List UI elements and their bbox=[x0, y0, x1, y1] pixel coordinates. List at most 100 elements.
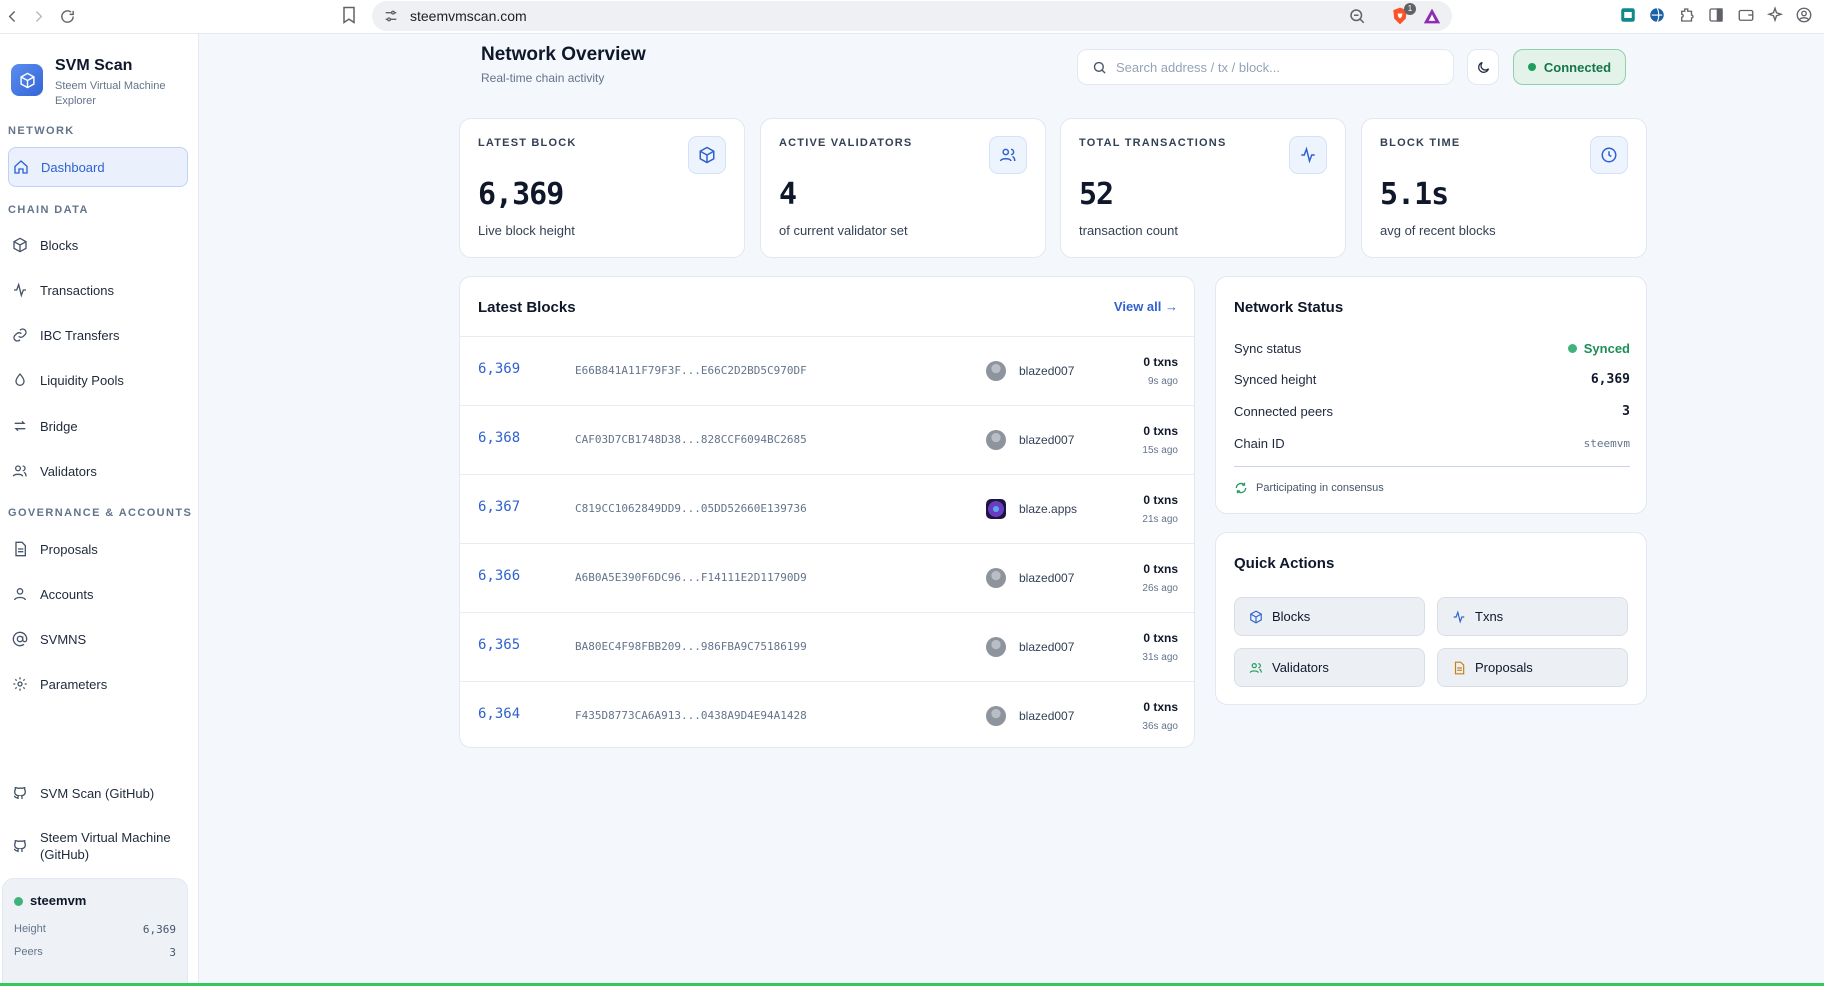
proposer-link[interactable]: blazed007 bbox=[1019, 433, 1074, 447]
block-hash[interactable]: C819CC1062849DD9...05DD52660E139736 bbox=[575, 502, 807, 515]
sidebar-item-parameters[interactable]: Parameters bbox=[8, 664, 188, 704]
sidebar-item-dashboard[interactable]: Dashboard bbox=[8, 147, 188, 187]
table-row[interactable]: 6,366 A6B0A5E390F6DC96...F14111E2D11790D… bbox=[460, 543, 1194, 612]
address-bar[interactable]: steemvmscan.com 1 bbox=[372, 1, 1452, 31]
block-hash[interactable]: BA80EC4F98FBB209...986FBA9C75186199 bbox=[575, 640, 807, 653]
table-row[interactable]: 6,369 E66B841A11F79F3F...E66C2D2BD5C970D… bbox=[460, 336, 1194, 405]
sidebar-item-bridge[interactable]: Bridge bbox=[8, 406, 188, 446]
quick-action-validators-button[interactable]: Validators bbox=[1234, 648, 1425, 687]
block-height-link[interactable]: 6,366 bbox=[478, 568, 520, 584]
app-title: SVM Scan bbox=[55, 57, 133, 74]
reload-icon[interactable] bbox=[55, 4, 79, 28]
sidebar-item-transactions[interactable]: Transactions bbox=[8, 270, 188, 310]
logo-icon bbox=[11, 64, 43, 96]
tx-count: 0 txns bbox=[1143, 493, 1178, 507]
sidebar-item-label: Dashboard bbox=[41, 159, 105, 175]
proposer-link[interactable]: blazed007 bbox=[1019, 640, 1074, 654]
sidebar-item-label: Bridge bbox=[40, 418, 78, 434]
status-dot bbox=[1527, 63, 1536, 71]
stat-caption: transaction count bbox=[1079, 223, 1179, 238]
section-label-governance: GOVERNANCE & ACCOUNTS bbox=[8, 507, 193, 519]
block-height-link[interactable]: 6,368 bbox=[478, 430, 520, 446]
app-subtitle: Steem Virtual Machine Explorer bbox=[55, 80, 166, 107]
block-height-link[interactable]: 6,369 bbox=[478, 361, 520, 377]
gear-icon bbox=[13, 677, 27, 691]
table-row[interactable]: 6,365 BA80EC4F98FBB209...986FBA9C7518619… bbox=[460, 612, 1194, 681]
avatar bbox=[986, 568, 1006, 588]
consensus-status: Participating in consensus bbox=[1234, 481, 1384, 495]
shields-count-badge: 1 bbox=[1404, 3, 1416, 15]
sidebar-item-github-svm[interactable]: Steem Virtual Machine (GitHub) bbox=[8, 823, 188, 869]
search-icon bbox=[1093, 61, 1106, 74]
block-height-link[interactable]: 6,367 bbox=[478, 499, 520, 515]
leo-ai-icon[interactable] bbox=[1766, 6, 1784, 24]
extension-globe-icon[interactable] bbox=[1648, 6, 1666, 24]
quick-action-proposals-button[interactable]: Proposals bbox=[1437, 648, 1628, 687]
chain-id-value: steemvm bbox=[1583, 437, 1630, 450]
sidebar-item-label: Steem Virtual Machine (GitHub) bbox=[40, 830, 171, 862]
block-hash[interactable]: CAF03D7CB1748D38...828CCF6094BC2685 bbox=[575, 433, 807, 446]
stat-caption: of current validator set bbox=[779, 223, 908, 238]
proposer-link[interactable]: blaze.apps bbox=[1019, 502, 1077, 516]
sidebar-item-validators[interactable]: Validators bbox=[8, 451, 188, 491]
brand[interactable]: SVM Scan Steem Virtual Machine Explorer bbox=[11, 56, 196, 114]
peers-value: 3 bbox=[169, 946, 176, 959]
block-hash[interactable]: F435D8773CA6A913...0438A9D4E94A1428 bbox=[575, 709, 807, 722]
view-all-link[interactable]: View all → bbox=[1114, 299, 1178, 314]
sidebar-item-label: Proposals bbox=[40, 541, 98, 557]
divider bbox=[1234, 466, 1630, 467]
latest-blocks-card: Latest Blocks View all → 6,369 E66B841A1… bbox=[459, 276, 1195, 748]
network-status-card: Network Status Sync status Synced Synced… bbox=[1215, 276, 1647, 514]
brave-rewards-icon[interactable] bbox=[1422, 7, 1442, 25]
extension-icon[interactable] bbox=[1619, 6, 1637, 24]
back-icon[interactable] bbox=[0, 4, 24, 28]
sidebar-item-label: Parameters bbox=[40, 676, 108, 692]
status-dot bbox=[14, 897, 23, 906]
row-label: Connected peers bbox=[1234, 404, 1334, 419]
theme-toggle-button[interactable] bbox=[1467, 49, 1499, 85]
block-height-link[interactable]: 6,365 bbox=[478, 637, 520, 653]
proposer-link[interactable]: blazed007 bbox=[1019, 709, 1074, 723]
connection-status-button[interactable]: Connected bbox=[1513, 49, 1626, 85]
tx-count: 0 txns bbox=[1143, 700, 1178, 714]
sidebar-item-github-scan[interactable]: SVM Scan (GitHub) bbox=[8, 773, 188, 813]
block-hash[interactable]: A6B0A5E390F6DC96...F14111E2D11790D9 bbox=[575, 571, 807, 584]
stat-card-active-validators: ACTIVE VALIDATORS 4 of current validator… bbox=[760, 118, 1046, 258]
synced-height-value: 6,369 bbox=[1590, 372, 1630, 387]
avatar bbox=[986, 430, 1006, 450]
profile-icon[interactable] bbox=[1795, 6, 1813, 24]
block-age: 26s ago bbox=[1142, 583, 1178, 594]
height-label: Height bbox=[14, 923, 46, 935]
quick-action-blocks-button[interactable]: Blocks bbox=[1234, 597, 1425, 636]
sidebar-item-svmns[interactable]: SVMNS bbox=[8, 619, 188, 659]
search-input[interactable] bbox=[1116, 50, 1441, 84]
sidebar-item-ibc-transfers[interactable]: IBC Transfers bbox=[8, 315, 188, 355]
cube-icon bbox=[688, 136, 726, 174]
sidebar-toggle-icon[interactable] bbox=[1707, 6, 1725, 24]
stat-label: TOTAL TRANSACTIONS bbox=[1079, 137, 1227, 149]
sidebar-item-blocks[interactable]: Blocks bbox=[8, 225, 188, 265]
table-row[interactable]: 6,364 F435D8773CA6A913...0438A9D4E94A142… bbox=[460, 681, 1194, 747]
extensions-puzzle-icon[interactable] bbox=[1678, 6, 1696, 24]
table-row[interactable]: 6,368 CAF03D7CB1748D38...828CCF6094BC268… bbox=[460, 405, 1194, 474]
bookmark-icon[interactable] bbox=[339, 4, 359, 26]
quick-action-txns-button[interactable]: Txns bbox=[1437, 597, 1628, 636]
site-settings-icon[interactable] bbox=[383, 8, 399, 24]
page-subtitle: Real-time chain activity bbox=[481, 71, 605, 85]
browser-toolbar: steemvmscan.com 1 bbox=[0, 0, 1824, 34]
block-height-link[interactable]: 6,364 bbox=[478, 706, 520, 722]
forward-icon[interactable] bbox=[26, 4, 50, 28]
wallet-icon[interactable] bbox=[1737, 6, 1755, 24]
table-row[interactable]: 6,367 C819CC1062849DD9...05DD52660E13973… bbox=[460, 474, 1194, 543]
sidebar-item-label: SVMNS bbox=[40, 631, 87, 647]
block-hash[interactable]: E66B841A11F79F3F...E66C2D2BD5C970DF bbox=[575, 364, 807, 377]
sidebar-item-liquidity-pools[interactable]: Liquidity Pools bbox=[8, 360, 188, 400]
zoom-icon[interactable] bbox=[1348, 7, 1366, 25]
cube-icon bbox=[1250, 609, 1262, 624]
cube-icon bbox=[13, 237, 27, 253]
peers-row: Peers 3 bbox=[14, 946, 176, 959]
sidebar-item-accounts[interactable]: Accounts bbox=[8, 574, 188, 614]
sidebar-item-proposals[interactable]: Proposals bbox=[8, 529, 188, 569]
proposer-link[interactable]: blazed007 bbox=[1019, 571, 1074, 585]
proposer-link[interactable]: blazed007 bbox=[1019, 364, 1074, 378]
